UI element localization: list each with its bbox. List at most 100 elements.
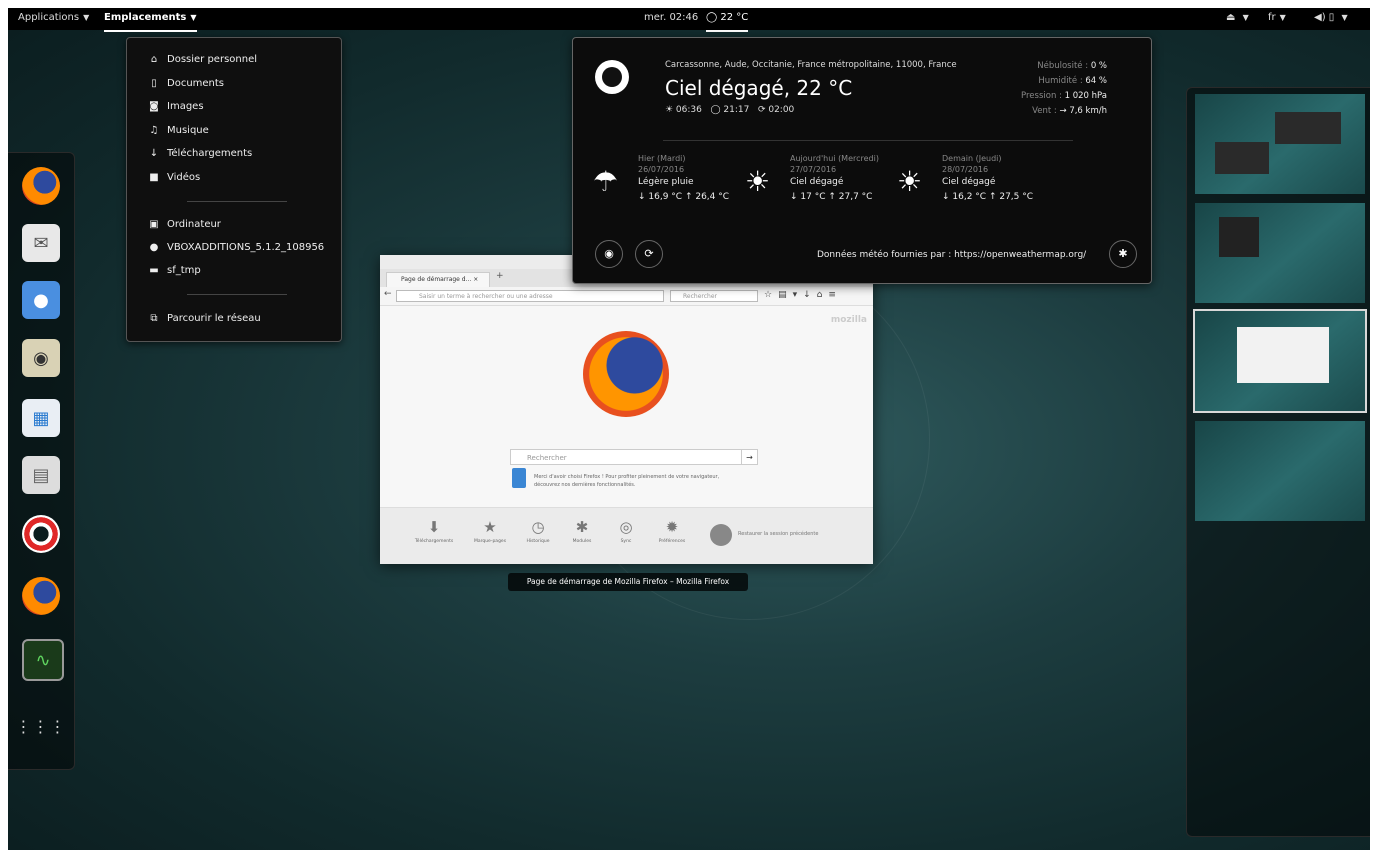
window-caption: Page de démarrage de Mozilla Firefox – M… (508, 573, 748, 591)
rain-icon: ☂ (593, 165, 619, 198)
detail-pressure: Pression : 1 020 hPa (1021, 91, 1107, 101)
network-icon: ⧉ (150, 313, 158, 324)
restore-session-button[interactable]: Restaurer la session précédente (738, 531, 818, 537)
detail-wind: Vent : → 7,6 km/h (1032, 106, 1107, 116)
home-search-input[interactable]: Rechercher (510, 449, 742, 465)
detail-humidity: Humidité : 64 % (1038, 76, 1107, 86)
sun-icon: ☀ (745, 165, 771, 198)
last-update: ⟳ 02:00 (757, 105, 795, 115)
url-bar[interactable]: Saisir un terme à rechercher ou une adre… (396, 290, 664, 302)
firefox-icon[interactable] (22, 167, 60, 205)
applications-menu[interactable]: Applications ▼ (18, 8, 89, 30)
back-icon[interactable]: ← (384, 289, 392, 299)
restore-session-icon (710, 524, 732, 546)
record-icon: ◉ (604, 247, 614, 260)
search-bar[interactable]: Rechercher (670, 290, 758, 302)
places-item-music[interactable]: ♫ Musique (147, 123, 209, 139)
refresh-button[interactable]: ⟳ (635, 240, 663, 268)
places-menu[interactable]: Emplacements ▼ (104, 8, 197, 32)
drive-icon: ▬ (149, 265, 159, 276)
location-button[interactable]: ◉ (595, 240, 623, 268)
workspace-1[interactable] (1195, 94, 1365, 194)
volume-icon: ◀) (1314, 12, 1326, 23)
system-monitor-icon[interactable]: ∿ (22, 639, 64, 681)
launcher-history[interactable]: ◷ Historique (518, 518, 558, 544)
places-dropdown: ⌂ Dossier personnel ▯ Documents ◙ Images ♫ M… (126, 37, 342, 342)
home-icon: ⌂ (150, 54, 158, 65)
firefox-icon[interactable] (22, 577, 60, 615)
weather-separator (663, 140, 1073, 141)
places-item-network[interactable]: ⧉ Parcourir le réseau (147, 311, 260, 327)
places-item-computer[interactable]: ▣ Ordinateur (147, 217, 221, 233)
launcher-sync[interactable]: ◎ Sync (606, 518, 646, 544)
sun-times: ☀ 06:36 ◯ 21:17 ⟳ 02:00 (665, 105, 794, 115)
mozilla-brand: mozilla (830, 315, 867, 325)
gear-icon: ✹ (665, 518, 679, 536)
clock[interactable]: mer. 02:46 (644, 8, 698, 30)
launcher-preferences[interactable]: ✹ Préférences (652, 518, 692, 544)
places-item-home[interactable]: ⌂ Dossier personnel (147, 52, 257, 68)
desktop: Applications ▼ Emplacements ▼ mer. 02:46 ◯… (8, 8, 1370, 850)
places-item-images[interactable]: ◙ Images (147, 99, 203, 115)
weather-details: Nébulosité : 0 % Humidité : 64 % Pressio… (973, 59, 1107, 119)
menu-separator (187, 294, 287, 295)
weather-popup: Carcassonne, Aude, Occitanie, France mét… (572, 37, 1152, 284)
tools-icon: ✱ (1118, 247, 1128, 260)
launcher-bookmarks[interactable]: ★ Marque-pages (470, 518, 510, 544)
firefox-window[interactable]: Page de dé Page de démarrage d... × + ← … (380, 255, 873, 564)
disc-icon: ● (149, 242, 159, 253)
places-item-sf-tmp[interactable]: ▬ sf_tmp (147, 263, 200, 279)
navigation-bar: ← Saisir un terme à rechercher ou une ad… (380, 287, 873, 306)
launcher-bar: ⬇ Téléchargements ★ Marque-pages ◷ Historiq… (380, 507, 873, 564)
snippet-text: Merci d'avoir choisi Firefox ! Pour prof… (534, 474, 720, 488)
snippet-icon (512, 468, 526, 488)
star-icon: ★ (483, 518, 497, 536)
workspace-4[interactable] (1195, 421, 1365, 521)
clock-icon: ◷ (531, 518, 545, 536)
launcher-addons[interactable]: ✱ Modules (562, 518, 602, 544)
file-cabinet-icon[interactable]: ▤ (22, 456, 60, 494)
dash: ✉ ● ◉ ▦ ▤ ∿ ⋮⋮⋮ (8, 152, 75, 770)
places-item-vboxadditions[interactable]: ● VBOXADDITIONS_5.1.2_108956 (147, 240, 325, 256)
system-menu[interactable]: ◀) ▯ ▼ (1314, 8, 1348, 30)
speaker-icon[interactable]: ◉ (22, 339, 60, 377)
download-icon: ⬇ (427, 518, 441, 536)
places-item-downloads[interactable]: ↓ Téléchargements (147, 146, 252, 162)
chat-icon[interactable]: ● (22, 281, 60, 319)
weather-location: Carcassonne, Aude, Occitanie, France mét… (665, 60, 957, 70)
top-bar: Applications ▼ Emplacements ▼ mer. 02:46 ◯… (8, 8, 1370, 32)
sunset: ◯ 21:17 (710, 105, 750, 115)
workspace-2[interactable] (1195, 203, 1365, 303)
download-icon: ↓ (149, 148, 159, 159)
keyboard-layout[interactable]: fr ▼ (1268, 8, 1286, 30)
search-go-button[interactable]: → (742, 449, 758, 465)
weather-settings-button[interactable]: ✱ (1109, 240, 1137, 268)
menu-separator (187, 201, 287, 202)
detail-cloudiness: Nébulosité : 0 % (1037, 61, 1107, 71)
weather-indicator[interactable]: ◯ 22 °C (706, 8, 749, 32)
camera-icon: ◙ (149, 101, 159, 112)
clear-night-icon (595, 60, 629, 94)
weather-condition: Ciel dégagé, 22 °C (665, 76, 853, 100)
new-tab-icon[interactable]: + (496, 271, 504, 281)
firefox-logo (583, 331, 669, 417)
help-lifebuoy-icon[interactable] (22, 515, 60, 553)
launcher-downloads[interactable]: ⬇ Téléchargements (414, 518, 454, 544)
toolbar-icons[interactable]: ☆▤▾↓⌂≡ (764, 290, 842, 300)
workspace-3[interactable] (1193, 309, 1367, 413)
sync-icon: ◎ (619, 518, 633, 536)
video-icon: ■ (149, 172, 159, 183)
places-item-videos[interactable]: ■ Vidéos (147, 170, 200, 186)
places-item-documents[interactable]: ▯ Documents (147, 76, 224, 92)
computer-icon: ▣ (149, 219, 159, 230)
image-viewer-icon[interactable]: ▦ (22, 399, 60, 437)
mail-clock-icon[interactable]: ✉ (22, 224, 60, 262)
workspace-switcher (1186, 87, 1370, 837)
sun-icon: ☀ (897, 165, 923, 198)
show-apps-icon[interactable]: ⋮⋮⋮ (16, 707, 66, 745)
music-icon: ♫ (149, 125, 159, 136)
tab-start-page[interactable]: Page de démarrage d... × (386, 272, 490, 287)
eject-icon[interactable]: ⏏ ▼ (1226, 8, 1249, 30)
weather-credit: Données météo fournies par : https://ope… (817, 250, 1087, 260)
puzzle-icon: ✱ (575, 518, 589, 536)
